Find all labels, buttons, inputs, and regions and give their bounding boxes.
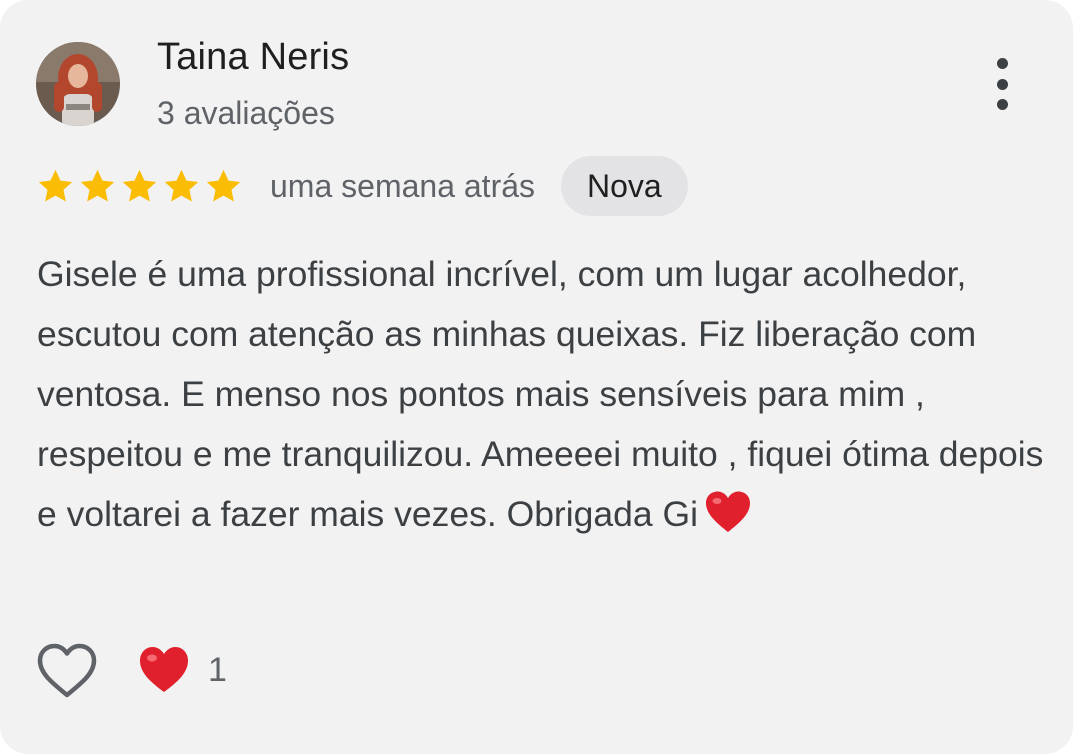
star-icon <box>80 169 115 201</box>
more-vert-icon-dot <box>996 78 1008 90</box>
star-icon <box>122 169 157 201</box>
more-vert-icon-dot <box>996 99 1008 110</box>
star-icon <box>164 169 199 201</box>
red-heart-emoji <box>140 647 188 692</box>
more-vert-icon <box>996 58 1008 69</box>
heart-emoji <box>705 491 750 532</box>
review-time: uma semana atrás <box>270 167 536 204</box>
reaction-count: 1 <box>208 650 227 689</box>
star-icon <box>38 169 73 201</box>
avatar[interactable] <box>36 42 120 126</box>
new-badge: Nova <box>561 156 688 216</box>
avatar-photo <box>36 42 120 126</box>
like-button[interactable] <box>36 642 98 700</box>
star-rating <box>36 167 243 206</box>
more-options-button[interactable] <box>980 54 1024 114</box>
review-text: Gisele é uma profissional incrível, com … <box>37 244 1047 544</box>
review-body: Gisele é uma profissional incrível, com … <box>37 254 1044 534</box>
rating-row: uma semana atrás Nova <box>36 156 688 216</box>
review-card: Taina Neris 3 avaliações uma semana atrá… <box>0 0 1073 754</box>
reviewer-reviews-count: 3 avaliações <box>157 95 335 131</box>
star-icon <box>206 169 241 201</box>
heart-outline-icon <box>37 643 97 698</box>
reviewer-name[interactable]: Taina Neris <box>157 36 349 79</box>
reaction-summary[interactable]: 1 <box>138 645 227 695</box>
